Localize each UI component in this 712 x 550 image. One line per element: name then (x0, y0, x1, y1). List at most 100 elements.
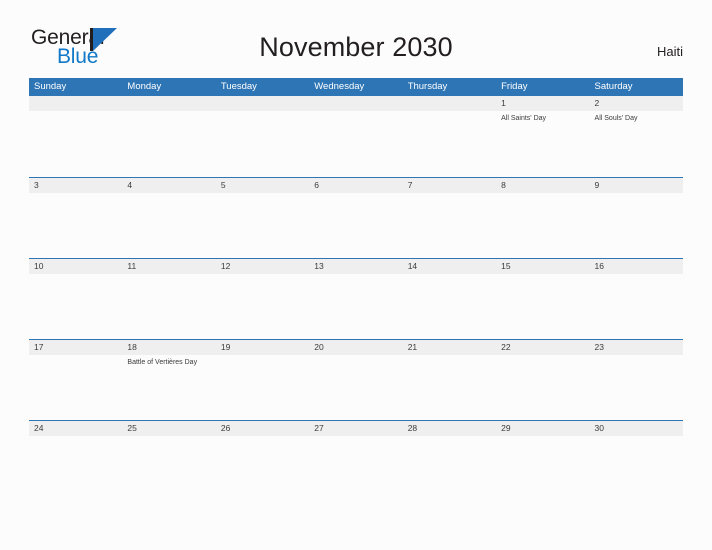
calendar-day-cell[interactable]: 18 Battle of Vertières Day (122, 340, 216, 420)
date-strip: 29 (496, 421, 590, 436)
calendar-day-cell[interactable]: 11 (122, 259, 216, 339)
holiday-label: All Souls' Day (594, 115, 638, 122)
calendar-day-cell[interactable]: 8 (496, 178, 590, 258)
date-strip: 15 (496, 259, 590, 274)
date-strip: 30 (589, 421, 683, 436)
date-number: 27 (314, 423, 324, 433)
date-number: 22 (501, 342, 511, 352)
calendar-week-inner: 17 18 Battle of Vertières Day 19 20 21 22 23 (29, 340, 683, 420)
date-number: 17 (34, 342, 44, 352)
calendar-day-cell[interactable]: 12 (215, 259, 310, 339)
calendar-day-cell[interactable]: 13 (309, 259, 403, 339)
calendar-week-row: 24 25 26 27 28 29 30 (29, 420, 683, 501)
date-number: 2 (594, 98, 600, 108)
calendar-day-cell[interactable]: 14 (402, 259, 497, 339)
date-strip: 26 (215, 421, 310, 436)
calendar-day-cell[interactable]: 1 All Saints' Day (496, 96, 590, 177)
date-number: 16 (594, 261, 604, 271)
date-number: 26 (220, 423, 231, 433)
date-number: 13 (314, 261, 324, 271)
calendar-week-row: 1 All Saints' Day 2 All Souls' Day (29, 96, 683, 177)
date-number: 12 (220, 261, 231, 271)
calendar-day-cell[interactable]: 16 (589, 259, 683, 339)
calendar-day-cell[interactable]: 2 All Souls' Day (589, 96, 683, 177)
weekday-header-sunday: Sunday (34, 81, 67, 92)
date-number: 24 (34, 423, 44, 433)
calendar-day-cell[interactable]: 24 (29, 421, 123, 501)
date-strip: 6 (309, 178, 403, 193)
calendar-day-cell[interactable]: 15 (496, 259, 590, 339)
calendar-week-row: 10 11 12 13 14 15 16 (29, 258, 683, 339)
page-title: November 2030 (259, 32, 453, 62)
calendar-day-cell[interactable]: 29 (496, 421, 590, 501)
calendar-day-cell[interactable]: 28 (402, 421, 497, 501)
calendar-day-cell[interactable]: 23 (589, 340, 683, 420)
date-number: 9 (594, 180, 600, 190)
date-strip (29, 96, 123, 111)
date-strip (309, 96, 403, 111)
calendar-day-cell[interactable]: 9 (589, 178, 683, 258)
calendar-day-cell[interactable] (29, 96, 123, 177)
calendar-day-cell[interactable] (309, 96, 403, 177)
date-number: 4 (127, 180, 133, 190)
date-strip: 21 (402, 340, 497, 355)
weekday-header-friday: Friday (501, 81, 528, 92)
date-strip: 22 (496, 340, 590, 355)
calendar-day-cell[interactable]: 27 (309, 421, 403, 501)
date-number: 23 (594, 342, 604, 352)
calendar-day-cell[interactable]: 19 (215, 340, 310, 420)
calendar-day-cell[interactable]: 6 (309, 178, 403, 258)
date-strip: 4 (122, 178, 216, 193)
date-strip: 1 (496, 96, 590, 111)
date-strip: 7 (402, 178, 497, 193)
date-strip (122, 96, 216, 111)
calendar-day-cell[interactable]: 10 (29, 259, 123, 339)
calendar-day-cell[interactable]: 22 (496, 340, 590, 420)
date-strip: 12 (215, 259, 310, 274)
date-number: 18 (127, 342, 137, 352)
date-strip: 25 (122, 421, 216, 436)
date-strip: 10 (29, 259, 123, 274)
calendar-day-cell[interactable]: 5 (215, 178, 310, 258)
date-strip: 11 (122, 259, 216, 274)
date-strip: 18 (122, 340, 216, 355)
calendar-day-cell[interactable]: 4 (122, 178, 216, 258)
date-strip (215, 96, 310, 111)
weekday-header-thursday: Thursday (407, 81, 448, 92)
date-number: 11 (127, 261, 137, 271)
calendar-day-cell[interactable]: 26 (215, 421, 310, 501)
date-number: 15 (501, 261, 511, 271)
date-strip: 16 (589, 259, 683, 274)
date-strip: 20 (309, 340, 403, 355)
weekday-header-saturday: Saturday (594, 81, 633, 92)
calendar-day-cell[interactable]: 25 (122, 421, 216, 501)
date-number: 1 (501, 98, 506, 108)
date-strip: 17 (29, 340, 123, 355)
calendar-day-cell[interactable]: 17 (29, 340, 123, 420)
date-strip: 19 (215, 340, 310, 355)
date-number: 8 (501, 180, 506, 190)
date-strip: 5 (215, 178, 310, 193)
calendar-week-inner: 3 4 5 6 7 8 9 (29, 178, 683, 258)
date-number: 21 (407, 342, 418, 352)
weekday-header-monday: Monday (127, 81, 162, 92)
weekday-header-wednesday: Wednesday (314, 81, 365, 92)
calendar-week-row: 17 18 Battle of Vertières Day 19 20 21 22 23 (29, 339, 683, 420)
date-strip: 3 (29, 178, 123, 193)
date-strip: 23 (589, 340, 683, 355)
calendar-day-cell[interactable] (402, 96, 497, 177)
calendar-week-row: 3 4 5 6 7 8 9 (29, 177, 683, 258)
calendar-day-cell[interactable] (122, 96, 216, 177)
date-strip: 28 (402, 421, 497, 436)
calendar-day-cell[interactable]: 7 (402, 178, 497, 258)
calendar-day-cell[interactable] (215, 96, 310, 177)
calendar-week-inner: 24 25 26 27 28 29 30 (29, 421, 683, 501)
calendar-day-cell[interactable]: 21 (402, 340, 497, 420)
calendar-day-cell[interactable]: 20 (309, 340, 403, 420)
calendar-grid: Sunday Monday Tuesday Wednesday Thursday… (29, 78, 683, 501)
calendar-day-cell[interactable]: 3 (29, 178, 123, 258)
date-strip: 14 (402, 259, 497, 274)
date-number: 3 (34, 180, 39, 190)
date-strip: 2 (589, 96, 683, 111)
calendar-day-cell[interactable]: 30 (589, 421, 683, 501)
